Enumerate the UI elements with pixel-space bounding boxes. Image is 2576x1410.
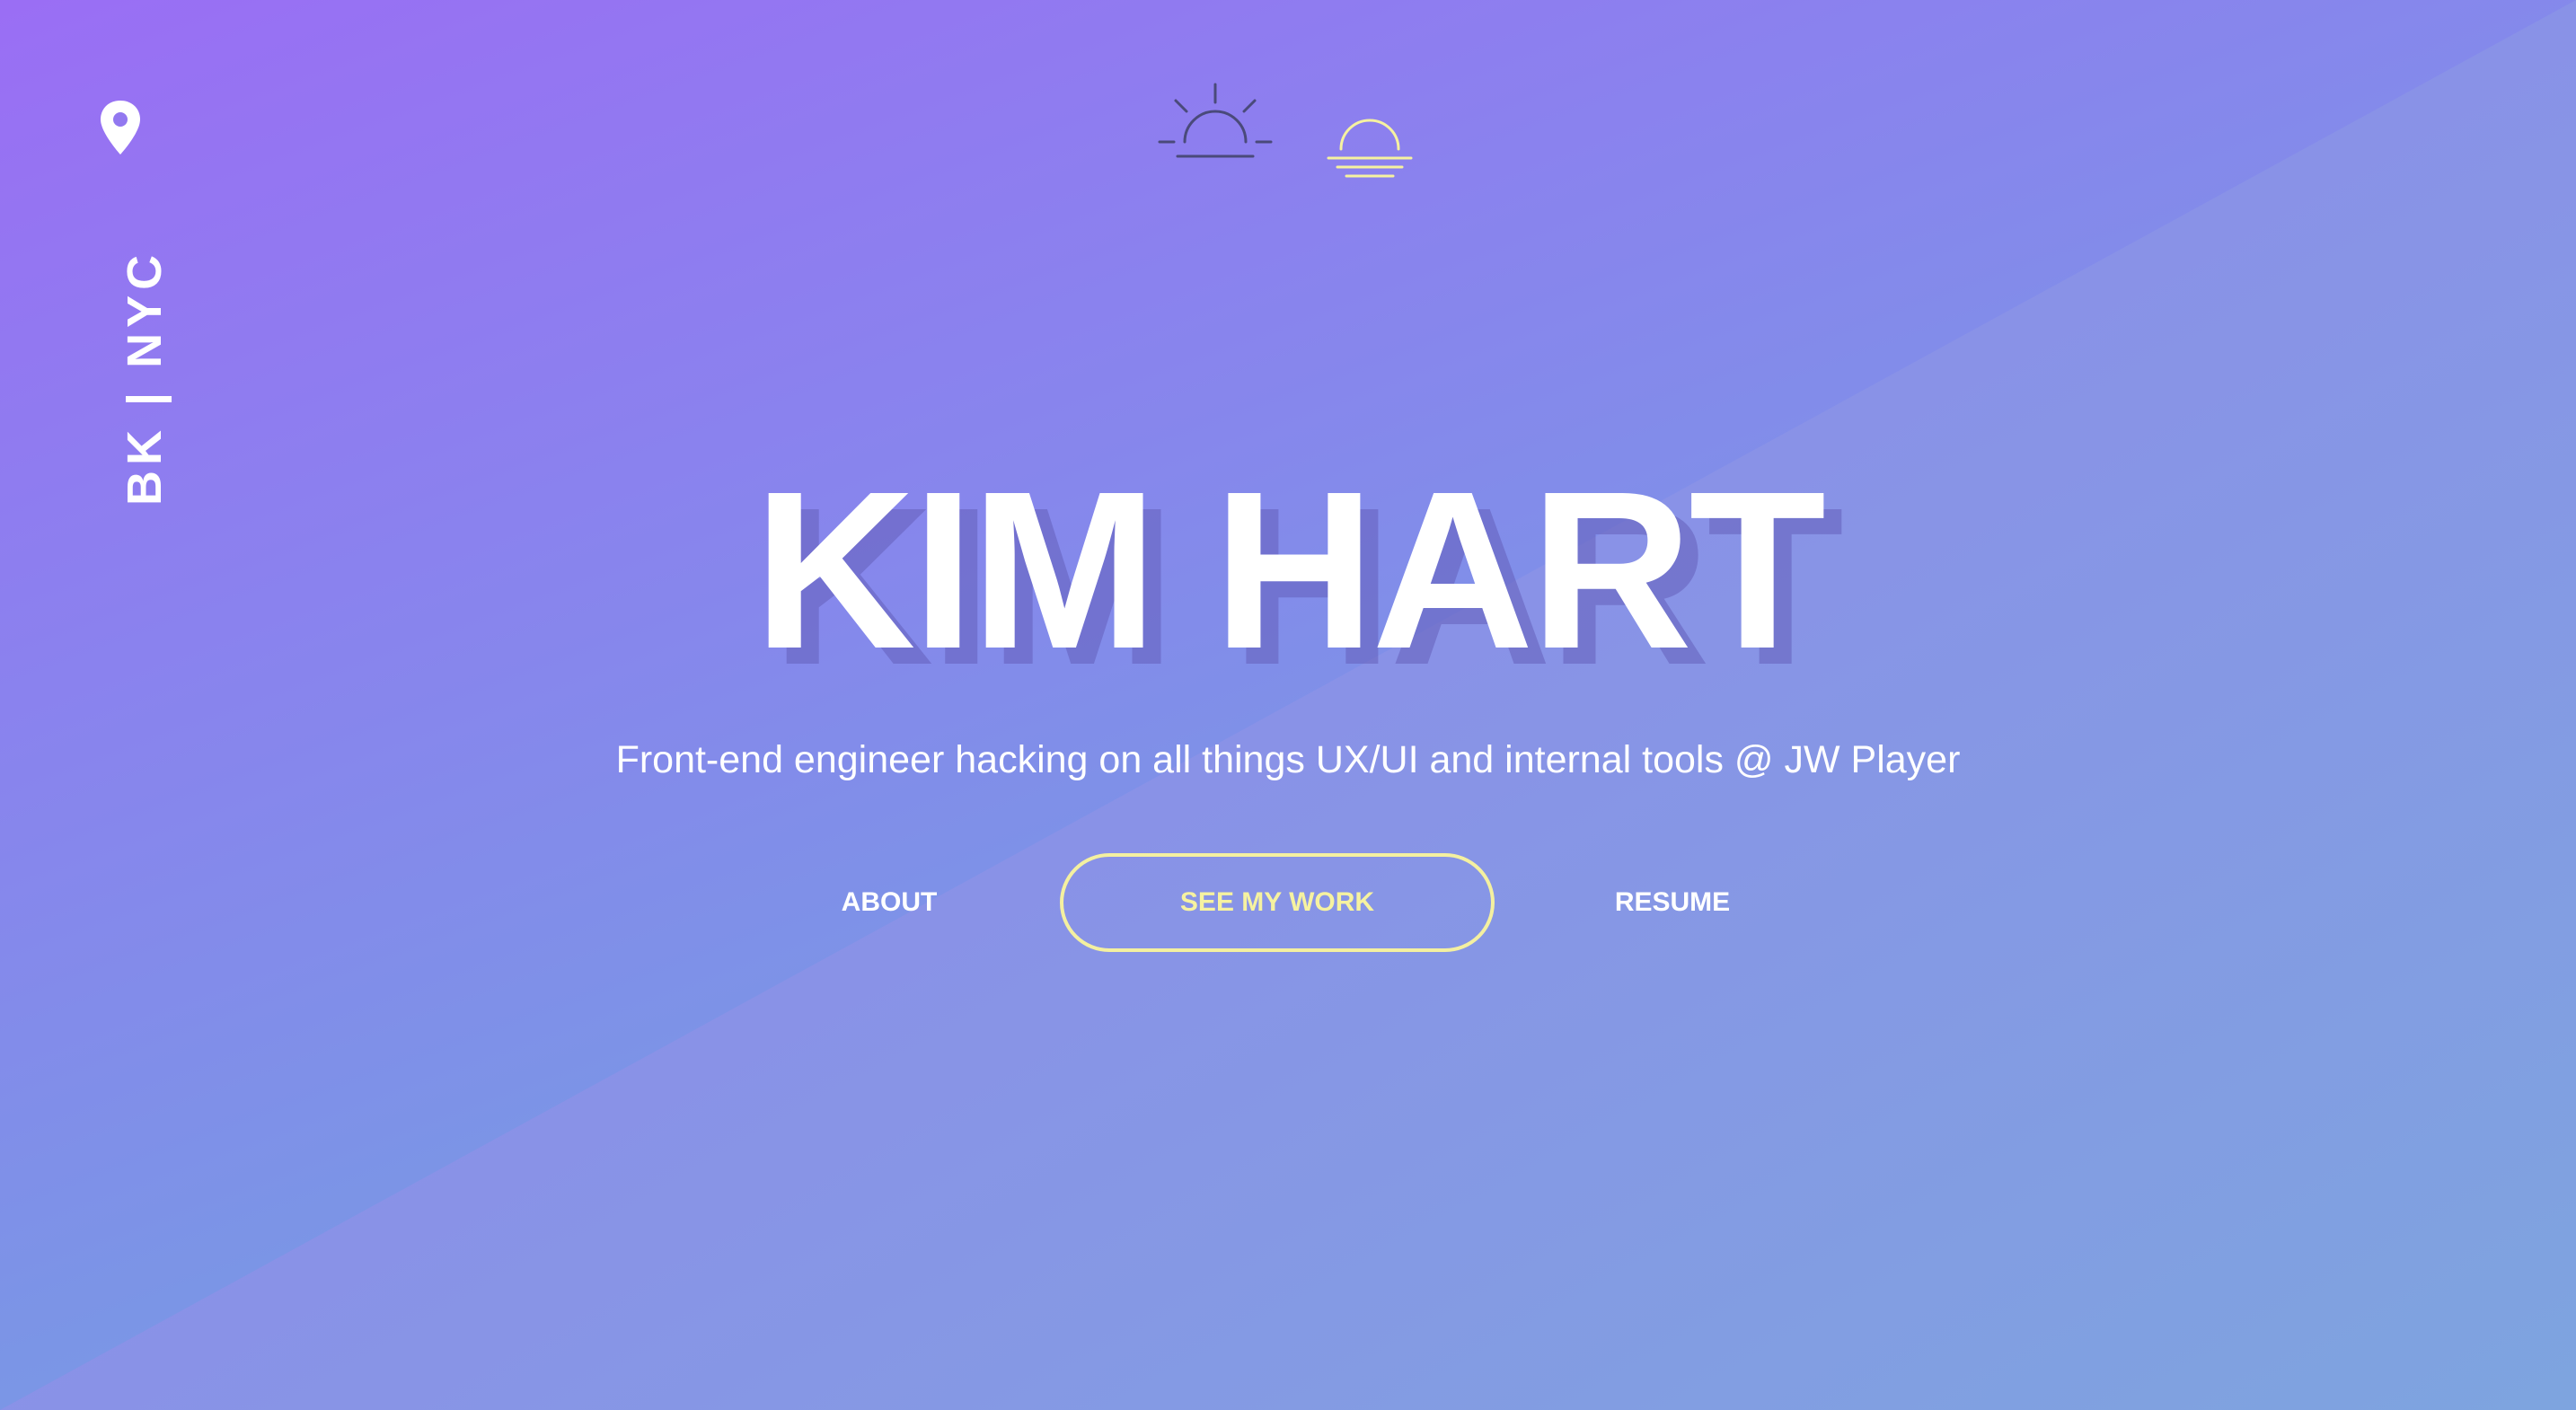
- location-badge: BK | NYC: [93, 99, 172, 506]
- hero-tagline: Front-end engineer hacking on all things…: [615, 738, 1961, 781]
- theme-toggle[interactable]: [1154, 79, 1424, 187]
- main-nav: ABOUT SEE MY WORK RESUME: [0, 853, 2576, 952]
- hero-name: KIM HART: [753, 445, 1826, 695]
- resume-link[interactable]: RESUME: [1592, 853, 1753, 952]
- sunset-icon[interactable]: [1325, 106, 1415, 181]
- map-pin-icon: [101, 101, 140, 154]
- hero-page: BK | NYC KIM HART Front-end engineer hac…: [0, 0, 2576, 1410]
- diagonal-background-shape: [0, 0, 2576, 1410]
- sunrise-icon[interactable]: [1154, 79, 1276, 165]
- see-my-work-button[interactable]: SEE MY WORK: [1060, 853, 1495, 952]
- about-link[interactable]: ABOUT: [808, 853, 970, 952]
